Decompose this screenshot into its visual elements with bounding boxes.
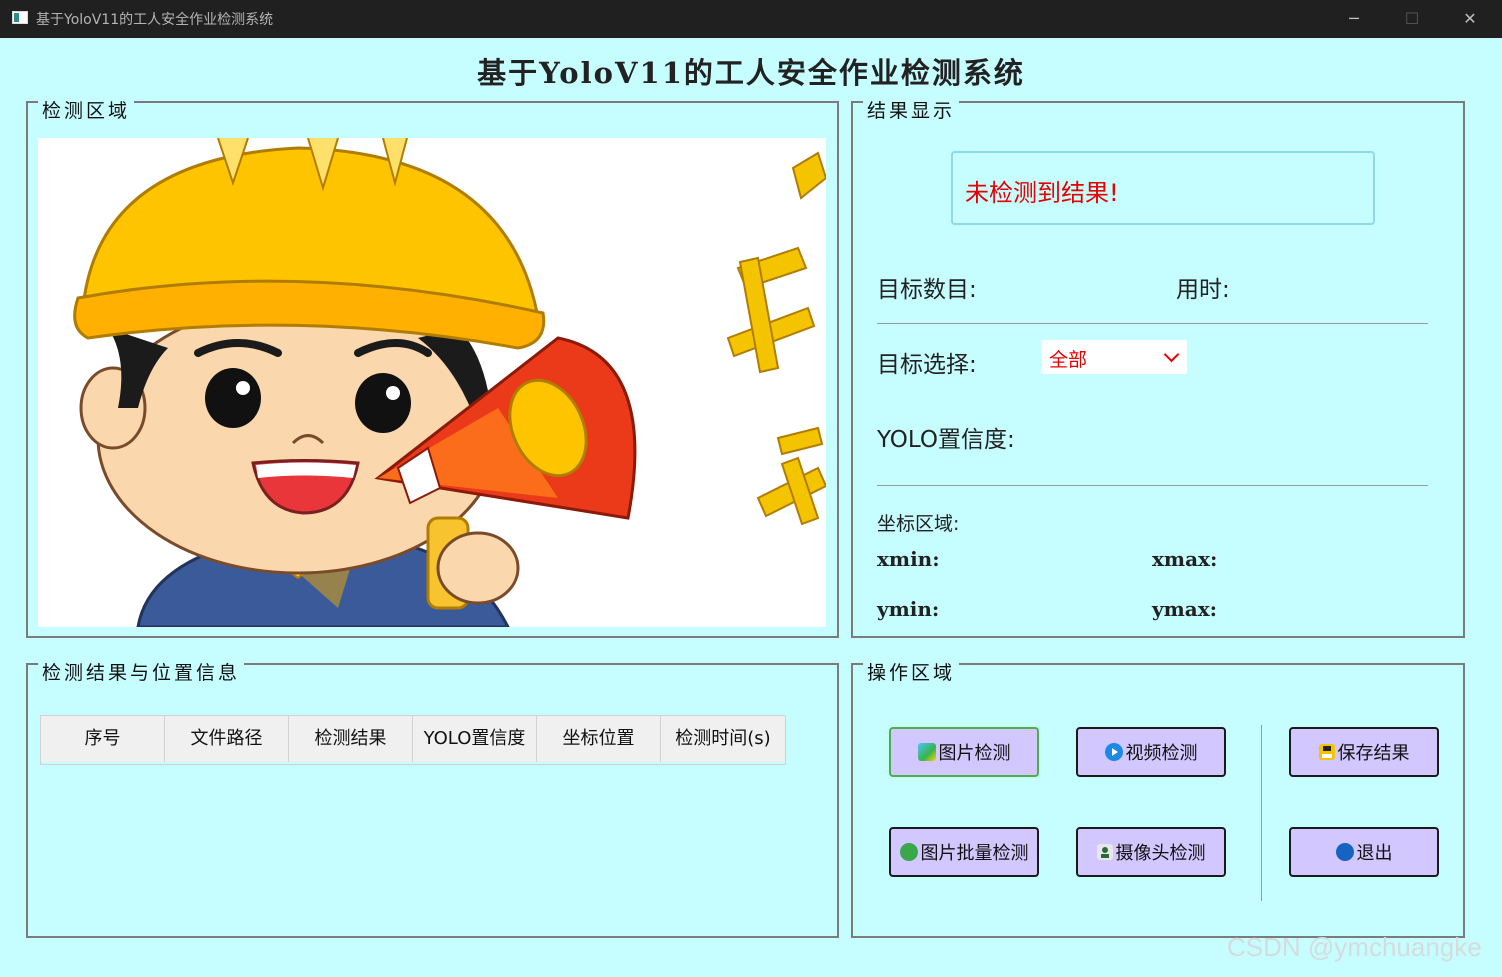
result-status-box: 未检测到结果! <box>951 151 1375 225</box>
batch-detect-label: 图片批量检测 <box>920 843 1029 864</box>
save-icon <box>1318 744 1335 760</box>
target-select-value: 全部 <box>1049 349 1088 371</box>
detection-image <box>38 138 826 627</box>
exit-label: 退出 <box>1356 843 1393 864</box>
minimize-button[interactable]: ─ <box>1340 6 1368 32</box>
app-title: 基于YoloV11的工人安全作业检测系统 <box>477 56 1025 90</box>
chevron-down-icon <box>1163 346 1180 363</box>
video-detect-button[interactable]: 视频检测 <box>1076 727 1226 777</box>
coords-label: 坐标区域: <box>877 513 960 535</box>
camera-detect-label: 摄像头检测 <box>1115 843 1206 864</box>
operation-area-title: 操作区域 <box>863 662 960 684</box>
save-result-label: 保存结果 <box>1337 743 1410 764</box>
batch-image-icon <box>899 843 918 861</box>
worker-cartoon-image <box>73 138 826 627</box>
image-icon <box>917 743 936 761</box>
batch-detect-button[interactable]: 图片批量检测 <box>889 827 1039 877</box>
xmax-label: xmax: <box>1152 547 1218 571</box>
watermark: CSDN @ymchuangke <box>1227 932 1482 962</box>
target-select-dropdown[interactable]: 全部 <box>1041 340 1187 374</box>
time-label: 用时: <box>1176 277 1230 303</box>
operation-area-group: 操作区域 图片检测 视频检测 保存结果 图片批量检测 摄像头检测 退出 <box>851 662 1465 938</box>
column-header-file-path[interactable]: 文件路径 <box>165 716 289 762</box>
column-header-time[interactable]: 检测时间(s) <box>661 716 785 762</box>
divider <box>877 485 1428 486</box>
column-header-confidence[interactable]: YOLO置信度 <box>413 716 537 762</box>
play-icon <box>1104 743 1123 761</box>
detection-area-group: 检测区域 <box>26 100 839 638</box>
result-table-title: 检测结果与位置信息 <box>38 662 245 684</box>
result-display-group: 结果显示 未检测到结果! 目标数目: 用时: 目标选择: 全部 YOLO置信度:… <box>851 100 1465 638</box>
divider <box>877 323 1428 324</box>
close-button[interactable]: ✕ <box>1456 6 1484 32</box>
detection-area-title: 检测区域 <box>38 100 135 122</box>
button-separator <box>1261 725 1262 901</box>
column-header-coords[interactable]: 坐标位置 <box>537 716 661 762</box>
camera-icon <box>1096 844 1113 860</box>
target-count-label: 目标数目: <box>877 277 977 303</box>
result-table-header: 序号 文件路径 检测结果 YOLO置信度 坐标位置 检测时间(s) <box>40 715 786 765</box>
camera-detect-button[interactable]: 摄像头检测 <box>1076 827 1226 877</box>
confidence-label: YOLO置信度: <box>877 427 1015 453</box>
window-titlebar: 基于YoloV11的工人安全作业检测系统 ─ ☐ ✕ <box>0 0 1502 38</box>
ymax-label: ymax: <box>1152 597 1218 621</box>
image-detect-label: 图片检测 <box>938 743 1011 764</box>
column-header-result[interactable]: 检测结果 <box>289 716 413 762</box>
main-window: 基于YoloV11的工人安全作业检测系统 检测区域 结果显示 未检测到结果! 目… <box>1 38 1501 976</box>
result-display-title: 结果显示 <box>863 100 960 122</box>
result-status-text: 未检测到结果! <box>965 179 1119 207</box>
maximize-button[interactable]: ☐ <box>1398 6 1426 32</box>
image-detect-button[interactable]: 图片检测 <box>889 727 1039 777</box>
ymin-label: ymin: <box>877 597 940 621</box>
app-icon <box>12 11 28 24</box>
result-table-group: 检测结果与位置信息 序号 文件路径 检测结果 YOLO置信度 坐标位置 检测时间… <box>26 662 839 938</box>
target-select-label: 目标选择: <box>877 352 977 378</box>
xmin-label: xmin: <box>877 547 940 571</box>
video-detect-label: 视频检测 <box>1125 743 1198 764</box>
column-header-index[interactable]: 序号 <box>41 716 165 762</box>
exit-button[interactable]: 退出 <box>1289 827 1439 877</box>
exit-icon <box>1335 843 1354 861</box>
window-title: 基于YoloV11的工人安全作业检测系统 <box>36 12 274 28</box>
save-result-button[interactable]: 保存结果 <box>1289 727 1439 777</box>
